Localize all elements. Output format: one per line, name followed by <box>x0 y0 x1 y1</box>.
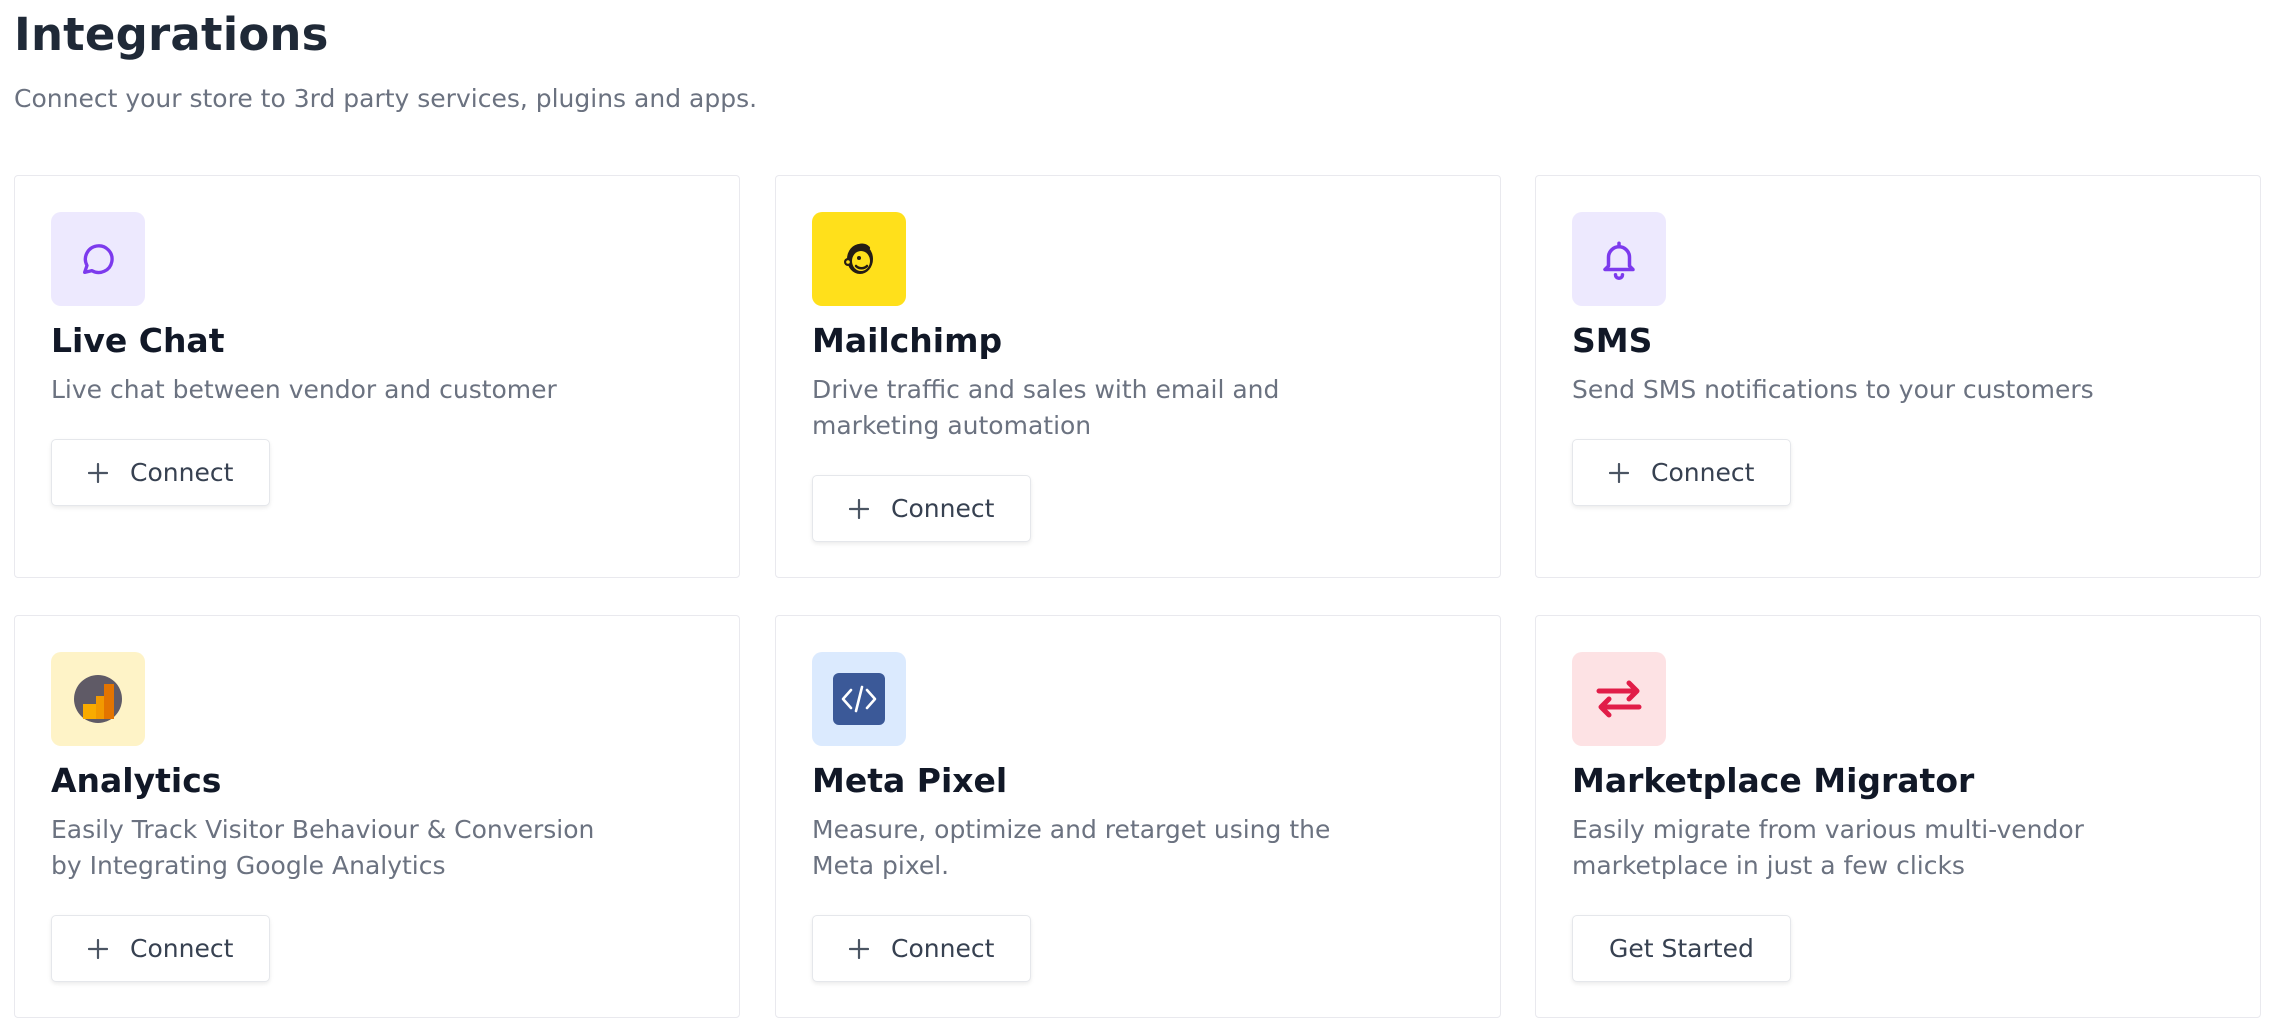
card-description: Send SMS notifications to your customers <box>1572 375 2094 404</box>
integration-card-marketplace-migrator: Marketplace Migrator Easily migrate from… <box>1535 615 2261 1018</box>
card-title: Analytics <box>51 761 222 800</box>
integration-card-sms: SMS Send SMS notifications to your custo… <box>1535 175 2261 578</box>
page-title: Integrations <box>14 8 329 61</box>
card-title: SMS <box>1572 321 1653 360</box>
plus-icon <box>88 938 108 959</box>
card-description: Live chat between vendor and customer <box>51 375 557 404</box>
swap-arrows-icon <box>1572 652 1666 746</box>
integration-card-mailchimp: Mailchimp Drive traffic and sales with e… <box>775 175 1501 578</box>
button-label: Connect <box>130 934 234 963</box>
card-title: Meta Pixel <box>812 761 1008 800</box>
connect-button-analytics[interactable]: Connect <box>51 915 271 982</box>
card-title: Marketplace Migrator <box>1572 761 1975 800</box>
button-label: Connect <box>891 934 995 963</box>
card-description: Easily migrate from various multi-vendor… <box>1572 815 2084 880</box>
plus-icon <box>1609 462 1629 483</box>
google-analytics-icon <box>51 652 145 746</box>
integration-card-live-chat: Live Chat Live chat between vendor and c… <box>14 175 740 578</box>
plus-icon <box>849 498 869 519</box>
connect-button-sms[interactable]: Connect <box>1572 439 1792 506</box>
chat-bubble-icon <box>51 212 145 306</box>
mailchimp-logo-icon <box>812 212 906 306</box>
integration-card-meta-pixel: Meta Pixel Measure, optimize and retarge… <box>775 615 1501 1018</box>
connect-button-meta-pixel[interactable]: Connect <box>812 915 1032 982</box>
connect-button-mailchimp[interactable]: Connect <box>812 475 1032 542</box>
button-label: Connect <box>1651 458 1755 487</box>
button-label: Connect <box>891 494 995 523</box>
page-subtitle: Connect your store to 3rd party services… <box>14 84 758 113</box>
integration-card-analytics: Analytics Easily Track Visitor Behaviour… <box>14 615 740 1018</box>
plus-icon <box>849 938 869 959</box>
card-title: Live Chat <box>51 321 225 360</box>
card-description: Measure, optimize and retarget using the… <box>812 815 1331 880</box>
bell-icon <box>1572 212 1666 306</box>
card-description: Drive traffic and sales with email and m… <box>812 375 1280 440</box>
button-label: Get Started <box>1609 934 1754 963</box>
button-label: Connect <box>130 458 234 487</box>
get-started-button[interactable]: Get Started <box>1572 915 1791 982</box>
connect-button-live-chat[interactable]: Connect <box>51 439 271 506</box>
code-icon <box>812 652 906 746</box>
plus-icon <box>88 462 108 483</box>
card-description: Easily Track Visitor Behaviour & Convers… <box>51 815 595 880</box>
integrations-page: Integrations Connect your store to 3rd p… <box>0 0 2270 1028</box>
card-title: Mailchimp <box>812 321 1003 360</box>
